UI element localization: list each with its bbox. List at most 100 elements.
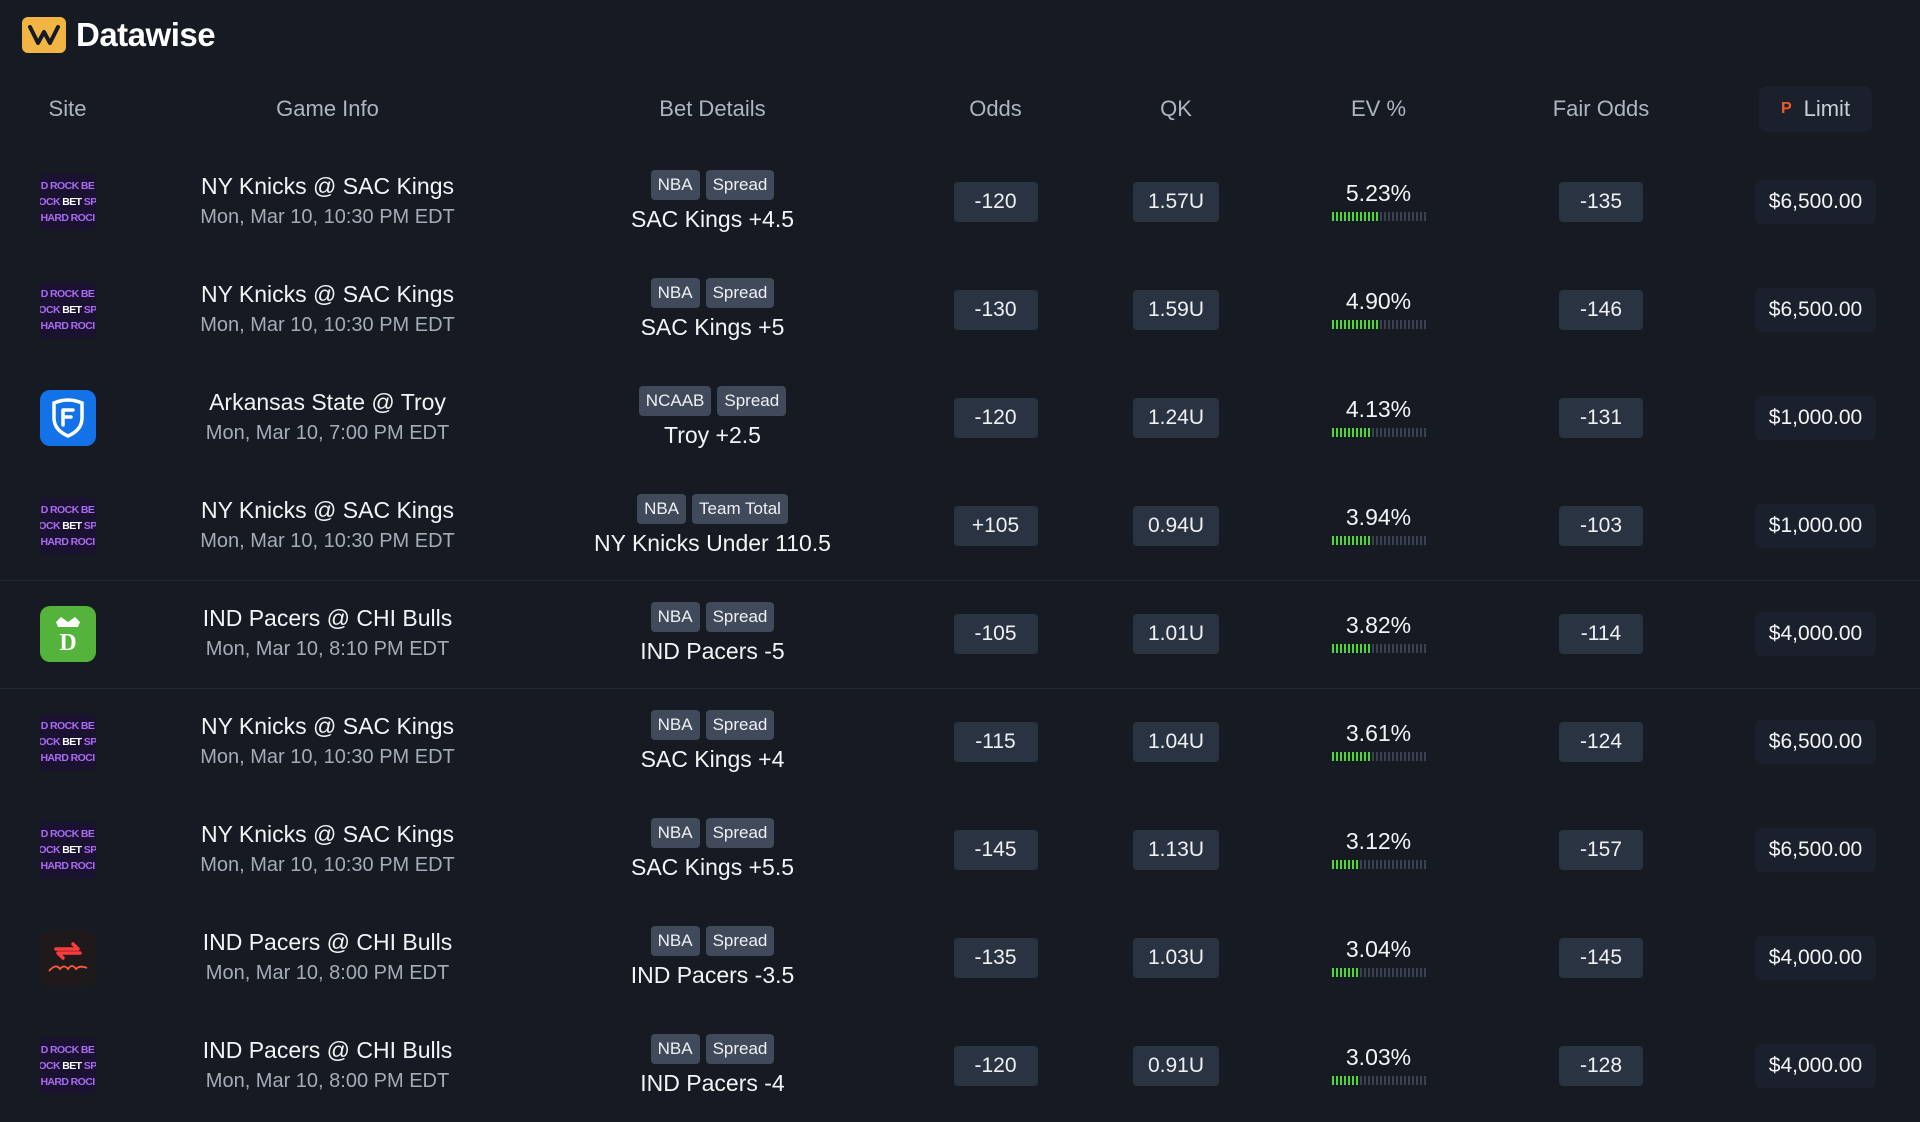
odds-value[interactable]: -115 xyxy=(953,722,1038,763)
game-matchup[interactable]: IND Pacers @ CHI Bulls xyxy=(135,603,520,633)
odds-value[interactable]: -135 xyxy=(953,938,1038,978)
ev-bar-segment xyxy=(1387,968,1390,977)
bet-selection: SAC Kings +4 xyxy=(640,746,785,773)
bet-row[interactable]: Arkansas State @ Troy Mon, Mar 10, 7:00 P… xyxy=(0,364,1920,472)
qk-cell: 0.91U xyxy=(1086,1012,1266,1120)
hard-rock-bet-logo-icon: D ROCK BE OCK BET SP HARD ROCI xyxy=(39,497,96,554)
ev-bar-segment xyxy=(1391,968,1394,977)
column-header-ev[interactable]: EV % xyxy=(1266,70,1491,148)
ev-bar-segment xyxy=(1351,535,1354,545)
bet-details-cell: NBA Spread SAC Kings +5.5 xyxy=(520,796,905,904)
game-matchup[interactable]: NY Knicks @ SAC Kings xyxy=(135,279,520,309)
ev-bar-segment xyxy=(1359,428,1362,437)
brand-name[interactable]: Datawise xyxy=(76,16,216,54)
bet-row[interactable]: IND Pacers @ CHI Bulls Mon, Mar 10, 8:00 … xyxy=(0,904,1920,1012)
odds-value[interactable]: -120 xyxy=(953,398,1038,438)
column-header-site[interactable]: Site xyxy=(0,70,135,148)
limit-cell: $6,500.00 xyxy=(1711,687,1920,796)
ev-bar-segment xyxy=(1399,752,1402,762)
app-header: Datawise xyxy=(0,0,1920,70)
game-matchup[interactable]: Arkansas State @ Troy xyxy=(135,387,520,417)
game-matchup[interactable]: NY Knicks @ SAC Kings xyxy=(135,711,520,741)
odds-cell: -145 xyxy=(905,796,1086,904)
column-header-fair-odds[interactable]: Fair Odds xyxy=(1491,70,1711,148)
ev-bar-segment xyxy=(1355,968,1358,977)
market-tag: Spread xyxy=(705,818,775,848)
ev-value: 3.04% xyxy=(1345,936,1412,962)
ev-value: 3.94% xyxy=(1345,503,1412,530)
column-header-bet-details[interactable]: Bet Details xyxy=(520,70,905,148)
limit-cell: $6,500.00 xyxy=(1711,148,1920,256)
qk-value: 1.59U xyxy=(1133,290,1219,330)
game-matchup[interactable]: IND Pacers @ CHI Bulls xyxy=(135,927,520,957)
bet-row[interactable]: D ROCK BE OCK BET SP HARD ROCI NY Knicks @ … xyxy=(0,256,1920,364)
ev-bar-segment xyxy=(1395,644,1398,653)
market-tag: Spread xyxy=(717,386,787,416)
ev-bar-segment xyxy=(1407,968,1410,977)
qk-value: 1.04U xyxy=(1133,722,1219,763)
site-cell: D xyxy=(0,579,135,688)
ev-bar-segment xyxy=(1399,212,1402,221)
ev-bar-segment xyxy=(1379,1076,1382,1085)
ev-bar-segment xyxy=(1403,1076,1406,1085)
ev-bar-segment xyxy=(1407,860,1410,869)
ev-bar-segment xyxy=(1383,644,1386,653)
game-time: Mon, Mar 10, 8:00 PM EDT xyxy=(205,962,450,984)
odds-value[interactable]: -105 xyxy=(953,614,1038,654)
game-time: Mon, Mar 10, 10:30 PM EDT xyxy=(200,854,455,876)
ev-bar-segment xyxy=(1395,428,1398,437)
odds-value[interactable]: -120 xyxy=(953,1046,1038,1086)
ev-bar-segment xyxy=(1343,968,1346,977)
bet-row[interactable]: D ROCK BE OCK BET SP HARD ROCI NY Knicks @ … xyxy=(0,472,1920,580)
odds-value[interactable]: +105 xyxy=(953,505,1038,546)
ev-bar-segment xyxy=(1371,644,1374,653)
bet-row[interactable]: D IND Pacers @ CHI Bulls Mon, Mar 10, 8:10… xyxy=(0,579,1920,688)
odds-value[interactable]: -120 xyxy=(953,182,1038,222)
market-tag: Team Total xyxy=(692,493,788,524)
ev-bar-segment xyxy=(1375,320,1378,329)
ev-bar-segment xyxy=(1415,320,1418,329)
ev-bar-segment xyxy=(1391,1076,1394,1085)
ev-bar-segment xyxy=(1419,428,1422,437)
fair-odds-cell: -145 xyxy=(1491,904,1711,1012)
game-matchup[interactable]: NY Knicks @ SAC Kings xyxy=(135,495,520,525)
bet-row[interactable]: D ROCK BE OCK BET SP HARD ROCI NY Knicks @ … xyxy=(0,148,1920,256)
ev-bar-segment xyxy=(1363,212,1366,221)
game-info-cell: NY Knicks @ SAC Kings Mon, Mar 10, 10:30 … xyxy=(135,256,520,364)
column-header-game-info[interactable]: Game Info xyxy=(135,70,520,148)
ev-cell: 4.13% xyxy=(1266,364,1491,472)
bet-row[interactable]: D ROCK BE OCK BET SP HARD ROCI IND Pacers @… xyxy=(0,1012,1920,1120)
column-header-qk[interactable]: QK xyxy=(1086,70,1266,148)
odds-cell: -135 xyxy=(905,904,1086,1012)
datawise-logo-icon[interactable] xyxy=(22,17,66,53)
game-info-cell: NY Knicks @ SAC Kings Mon, Mar 10, 10:30 … xyxy=(135,687,520,796)
ev-cell: 4.90% xyxy=(1266,256,1491,364)
bet-details-cell: NBA Spread IND Pacers -3.5 xyxy=(520,904,905,1012)
limit-value: $4,000.00 xyxy=(1754,612,1877,656)
ev-bar-segment xyxy=(1403,968,1406,977)
column-header-odds[interactable]: Odds xyxy=(905,70,1086,148)
ev-bar-segment xyxy=(1355,212,1358,221)
bet-row[interactable]: D ROCK BE OCK BET SP HARD ROCI NY Knicks @ … xyxy=(0,796,1920,904)
game-info-cell: NY Knicks @ SAC Kings Mon, Mar 10, 10:30 … xyxy=(135,472,520,580)
ev-bar-segment xyxy=(1335,644,1338,653)
fair-odds-value: -128 xyxy=(1559,1046,1643,1086)
game-matchup[interactable]: NY Knicks @ SAC Kings xyxy=(135,819,520,849)
limit-value: $6,500.00 xyxy=(1754,180,1877,224)
odds-cell: -115 xyxy=(905,687,1086,796)
ev-bar-segment xyxy=(1407,428,1410,437)
ev-bar-segment xyxy=(1347,644,1350,653)
odds-value[interactable]: -145 xyxy=(953,830,1038,870)
game-matchup[interactable]: IND Pacers @ CHI Bulls xyxy=(135,1035,520,1065)
bet-row[interactable]: D ROCK BE OCK BET SP HARD ROCI NY Knicks @ … xyxy=(0,687,1920,796)
odds-cell: -130 xyxy=(905,256,1086,364)
ev-bar-segment xyxy=(1351,212,1354,221)
ev-bar-segment xyxy=(1423,752,1426,762)
odds-cell: -120 xyxy=(905,148,1086,256)
odds-value[interactable]: -130 xyxy=(953,290,1038,330)
limit-cell: $1,000.00 xyxy=(1711,472,1920,580)
column-header-limit[interactable]: P Limit xyxy=(1711,70,1920,148)
league-tag: NBA xyxy=(650,602,700,632)
game-matchup[interactable]: NY Knicks @ SAC Kings xyxy=(135,171,520,201)
ev-bar-segment xyxy=(1339,535,1342,545)
